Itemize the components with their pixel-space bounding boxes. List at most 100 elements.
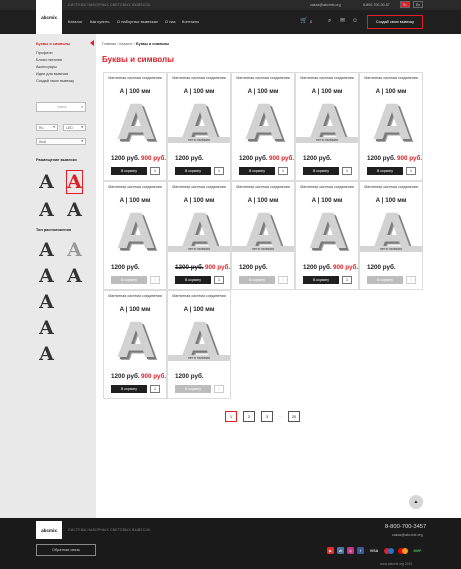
quantity-input[interactable]: 1 <box>342 276 352 284</box>
nav-how-to-buy[interactable]: Как купить <box>90 19 110 24</box>
add-to-cart-button[interactable]: В корзину <box>303 167 339 175</box>
product-card[interactable]: Магнитная система соединения А | 100 мм Aн… <box>167 290 231 399</box>
product-card[interactable]: Магнитная система соединения А | 100 мм Aн… <box>167 181 231 290</box>
youtube-icon[interactable]: ▶ <box>327 547 334 554</box>
add-to-cart-button[interactable]: В корзину <box>111 385 147 393</box>
product-image[interactable]: A <box>308 204 348 260</box>
add-to-cart-button[interactable]: В корзину <box>111 167 147 175</box>
lang-select[interactable]: Ru ▾ <box>36 124 58 131</box>
product-card[interactable]: Магнитная система соединения А | 100 мм Aн… <box>359 181 423 290</box>
product-title[interactable]: Магнитная система соединения <box>362 76 420 81</box>
user-icon[interactable]: ☺ <box>352 18 358 24</box>
mount-option-1[interactable]: A <box>38 238 55 262</box>
product-image[interactable]: A <box>116 204 156 260</box>
lang-en[interactable]: En <box>413 1 423 8</box>
placement-option-wall[interactable]: A <box>38 170 55 194</box>
vk-icon[interactable]: vk <box>337 547 344 554</box>
add-to-cart-button[interactable]: В корзину <box>239 276 275 284</box>
product-image[interactable]: A <box>116 313 156 369</box>
footer-logo[interactable]: abcmix <box>36 521 62 539</box>
mount-option-7[interactable]: A <box>38 342 55 366</box>
facebook-icon[interactable]: f <box>357 547 364 554</box>
quantity-input[interactable]: 1 <box>406 167 416 175</box>
placement-option-angled[interactable]: A <box>66 198 83 222</box>
add-to-cart-button[interactable]: В корзину <box>175 276 211 284</box>
breadcrumb-catalog[interactable]: Каталог <box>119 42 132 46</box>
search-icon[interactable]: ⌕ <box>328 18 331 24</box>
callback-button[interactable]: Обратная связь <box>36 544 96 556</box>
product-card[interactable]: Магнитная система соединения А | 100 мм A 1… <box>103 181 167 290</box>
product-image[interactable]: A <box>244 95 284 151</box>
nav-about-signs[interactable]: О наборных вывесках <box>117 19 158 24</box>
quantity-input[interactable]: 1 <box>214 276 224 284</box>
quantity-input[interactable]: 1 <box>150 167 160 175</box>
product-title[interactable]: Магнитная система соединения <box>170 76 228 81</box>
mount-option-6[interactable]: A <box>38 316 55 340</box>
product-title[interactable]: Магнитная система соединения <box>106 185 164 190</box>
cart-icon[interactable]: 🛒 <box>300 18 307 24</box>
product-title[interactable]: Магнитная система соединения <box>170 185 228 190</box>
product-title[interactable]: Магнитная система соединения <box>234 76 292 81</box>
product-image[interactable]: A <box>116 95 156 151</box>
quantity-input[interactable]: 1 <box>406 276 416 284</box>
product-card[interactable]: Магнитная система соединения А | 100 мм A 1… <box>103 72 167 181</box>
quantity-input[interactable]: 1 <box>150 385 160 393</box>
quantity-input[interactable]: 1 <box>214 167 224 175</box>
add-to-cart-button[interactable]: В корзину <box>175 385 211 393</box>
footer-email[interactable]: zakaz@abcmix.org <box>392 533 423 537</box>
sidebar-item-create[interactable]: Создай свою вывеску <box>36 79 74 83</box>
add-to-cart-button[interactable]: В корзину <box>367 276 403 284</box>
placement-option-selected[interactable]: A <box>66 170 83 194</box>
type-select[interactable]: LED ▾ <box>63 124 86 131</box>
quantity-input[interactable]: 1 <box>214 385 224 393</box>
sidebar-item-letters[interactable]: Буквы и символы <box>36 42 70 46</box>
lang-ru[interactable]: Ru <box>400 1 410 8</box>
nav-contacts[interactable]: Контакты <box>182 19 199 24</box>
product-card[interactable]: Магнитная система соединения А | 100 мм Aн… <box>167 72 231 181</box>
add-to-cart-button[interactable]: В корзину <box>111 276 147 284</box>
sidebar-item-ideas[interactable]: Идеи для вывески <box>36 72 68 76</box>
product-title[interactable]: Магнитная система соединения <box>170 294 228 299</box>
product-card[interactable]: Магнитная система соединения А | 100 мм A 1… <box>103 290 167 399</box>
product-title[interactable]: Магнитная система соединения <box>362 185 420 190</box>
product-title[interactable]: Магнитная система соединения <box>298 76 356 81</box>
page-1[interactable]: 1 <box>225 411 237 422</box>
product-image[interactable]: A <box>372 95 412 151</box>
nav-about[interactable]: О нас <box>165 19 176 24</box>
font-select[interactable]: Arial ▾ <box>36 138 86 145</box>
mount-option-5[interactable]: A <box>38 290 55 314</box>
mount-option-4[interactable]: A <box>66 264 83 288</box>
product-title[interactable]: Магнитная система соединения <box>106 76 164 81</box>
page-3[interactable]: 3 <box>261 411 273 422</box>
quantity-input[interactable]: 1 <box>278 276 288 284</box>
product-card[interactable]: Магнитная система соединения А | 100 мм Aн… <box>295 72 359 181</box>
add-to-cart-button[interactable]: В корзину <box>303 276 339 284</box>
instagram-icon[interactable]: ◎ <box>347 547 354 554</box>
mail-icon[interactable]: ✉ <box>340 18 345 24</box>
add-to-cart-button[interactable]: В корзину <box>239 167 275 175</box>
quantity-input[interactable]: 1 <box>278 167 288 175</box>
mount-option-2[interactable]: A <box>66 238 83 262</box>
page-2[interactable]: 2 <box>243 411 255 422</box>
search-input[interactable]: поиск ≡ <box>36 102 86 112</box>
product-card[interactable]: Магнитная система соединения А | 100 мм A 1… <box>231 72 295 181</box>
sidebar-item-accessories[interactable]: Аксессуары <box>36 65 57 69</box>
add-to-cart-button[interactable]: В корзину <box>367 167 403 175</box>
sidebar-item-power[interactable]: Блоки питания <box>36 58 62 62</box>
mount-option-3[interactable]: A <box>38 264 55 288</box>
header-email[interactable]: zakaz@abcmix.org <box>310 3 341 7</box>
scroll-top-button[interactable]: ▲ <box>409 495 423 509</box>
product-card[interactable]: Магнитная система соединения А | 100 мм A 1… <box>295 181 359 290</box>
create-sign-button[interactable]: Создай свою вывеску <box>367 15 423 29</box>
quantity-input[interactable]: 1 <box>150 276 160 284</box>
nav-catalog[interactable]: Каталог <box>68 19 83 24</box>
footer-phone[interactable]: 8-800-700-3457 <box>385 524 426 530</box>
product-title[interactable]: Магнитная система соединения <box>106 294 164 299</box>
header-phone[interactable]: 8-800-700-30-57 <box>363 3 390 7</box>
product-card[interactable]: Магнитная система соединения А | 100 мм Aн… <box>231 181 295 290</box>
page-last[interactable]: 20 <box>288 411 300 422</box>
placement-option-floor[interactable]: A <box>38 198 55 222</box>
logo[interactable]: abcmix <box>36 0 62 34</box>
sidebar-item-profiles[interactable]: Профили <box>36 51 53 55</box>
quantity-input[interactable]: 1 <box>342 167 352 175</box>
